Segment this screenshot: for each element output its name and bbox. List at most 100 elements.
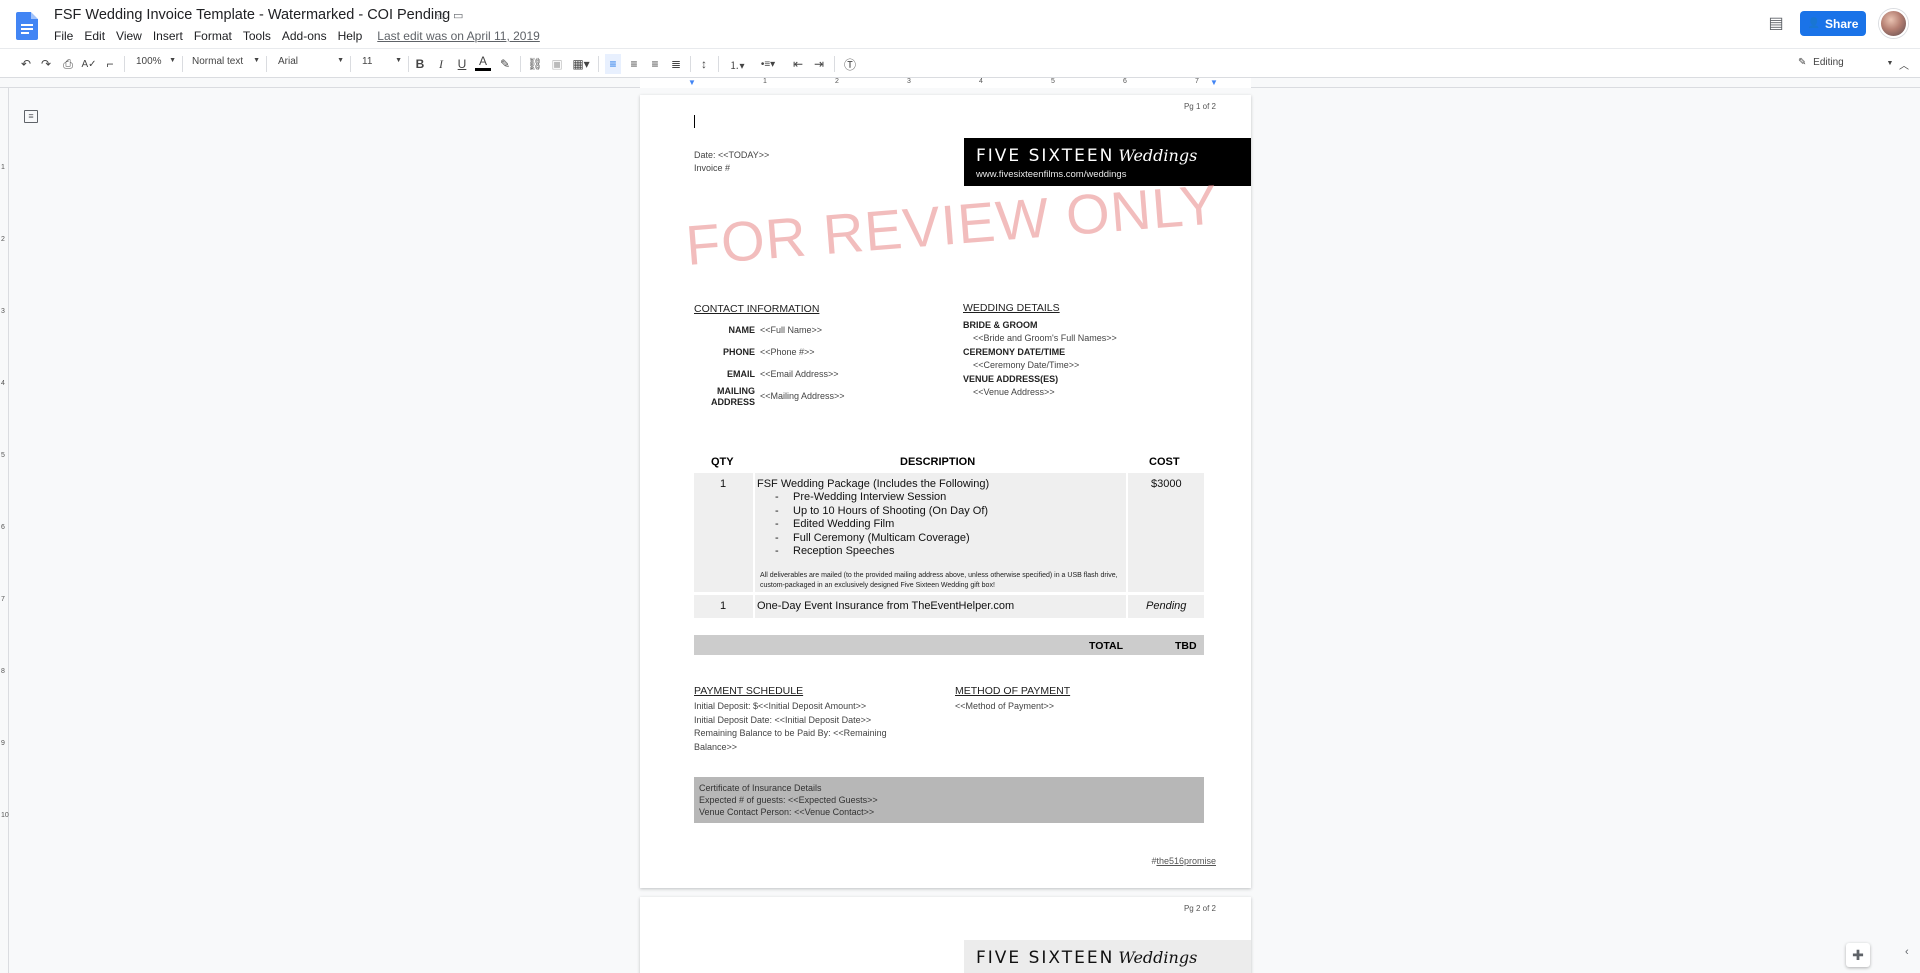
collapse-toolbar-icon[interactable]: ︿ [1896,54,1912,74]
table-header-description: DESCRIPTION [900,456,976,468]
menu-format[interactable]: Format [194,29,232,43]
total-value: TBD [1175,640,1197,652]
text-color-icon[interactable]: A [475,54,491,71]
line-spacing-icon[interactable]: ↕ [696,54,712,74]
ruler-page-area [640,78,1251,88]
list-item: Up to 10 Hours of Shooting (On Day Of) [775,505,988,517]
brand-logo: FIVE SIXTEEN Weddings [976,146,1198,166]
coi-details-box: Certificate of Insurance Details Expecte… [694,777,1204,823]
align-left-icon[interactable]: ≡ [605,54,621,74]
share-button[interactable]: 👤 Share [1800,11,1866,36]
total-label: TOTAL [1089,640,1124,652]
add-comment-icon[interactable]: ▣ [549,54,565,74]
menu-insert[interactable]: Insert [153,29,183,43]
menu-tools[interactable]: Tools [243,29,271,43]
contact-value: <<Email Address>> [760,369,839,379]
align-right-icon[interactable]: ≡ [647,54,663,74]
insert-image-icon[interactable]: ▦▾ [570,54,592,74]
toolbar-divider [408,56,409,72]
wedding-value: <<Bride and Groom's Full Names>> [973,333,1117,343]
spellcheck-icon[interactable]: A✓ [81,54,97,74]
comments-icon[interactable]: ▤ [1766,13,1786,32]
align-center-icon[interactable]: ≡ [626,54,642,74]
style-select[interactable]: Normal text ▼ [192,56,260,67]
brand-logo: FIVE SIXTEEN Weddings [976,948,1198,968]
increase-indent-icon[interactable]: ⇥ [811,54,827,74]
method-of-payment-heading: METHOD OF PAYMENT [955,685,1071,697]
menu-file[interactable]: File [54,29,73,43]
document-outline-icon[interactable]: ≡ [24,110,38,123]
undo-icon[interactable]: ↶ [18,54,34,74]
document-page-2[interactable]: Pg 2 of 2 FIVE SIXTEEN Weddings [640,897,1251,973]
link-icon[interactable]: ⛓ [527,54,543,74]
highlight-icon[interactable]: ✎ [497,54,513,74]
print-icon[interactable]: ⎙ [60,54,76,74]
bold-icon[interactable]: B [412,54,428,74]
horizontal-ruler[interactable]: 1 2 3 4 5 6 7 ▼ ▼ [0,78,1920,88]
menu-help[interactable]: Help [338,29,363,43]
menu-edit[interactable]: Edit [84,29,105,43]
list-item: Edited Wedding Film [775,518,894,530]
font-value: Arial [278,56,299,67]
toolbar-divider [598,56,599,72]
editing-label: Editing [1813,57,1844,68]
menu-addons[interactable]: Add-ons [282,29,327,43]
document-title[interactable]: FSF Wedding Invoice Template - Watermark… [54,7,450,23]
vertical-ruler[interactable]: 1 2 3 4 5 6 7 8 9 10 [0,88,9,973]
ruler-mark: 6 [1,524,5,531]
italic-icon[interactable]: I [433,54,449,74]
wedding-label: BRIDE & GROOM [963,320,1038,330]
ruler-mark: 7 [1,596,5,603]
brand-url: www.fivesixteenfilms.com/weddings [976,169,1127,180]
table-header-qty: QTY [711,456,734,468]
ruler-mark: 9 [1,740,5,747]
ruler-mark: 4 [1,380,5,387]
right-indent-marker-icon[interactable]: ▼ [1210,78,1218,87]
bulleted-list-icon[interactable]: •≡▾ [755,54,781,74]
date-line: Date: <<TODAY>> [694,150,770,160]
font-size-value: 11 [362,56,373,67]
toolbar-divider [690,56,691,72]
total-row: TOTAL TBD [694,635,1204,655]
ruler-mark: 2 [835,78,839,85]
left-indent-marker-icon[interactable]: ▼ [688,78,696,87]
app-header: FSF Wedding Invoice Template - Watermark… [0,0,1920,48]
explore-icon[interactable]: ✚ [1846,943,1870,967]
side-panel-chevron-icon[interactable]: ‹ [1905,946,1909,958]
review-watermark: FOR REVIEW ONLY [683,172,1221,277]
table-cell-cost: $3000 [1128,473,1204,592]
hashtag-link[interactable]: the516promise [1156,856,1216,866]
paint-format-icon[interactable]: ⌐ [102,54,118,74]
last-edit-link[interactable]: Last edit was on April 11, 2019 [377,29,540,43]
font-select[interactable]: Arial ▼ [278,56,344,67]
chevron-down-icon: ▼ [395,57,402,64]
underline-icon[interactable]: U [454,54,470,74]
decrease-indent-icon[interactable]: ⇤ [790,54,806,74]
redo-icon[interactable]: ↷ [38,54,54,74]
style-value: Normal text [192,56,244,67]
menu-view[interactable]: View [116,29,142,43]
toolbar-divider [520,56,521,72]
lock-person-icon: 👤 [1807,18,1821,29]
share-label: Share [1825,16,1859,31]
toolbar: ↶ ↷ ⎙ A✓ ⌐ 100% ▼ Normal text ▼ Arial ▼ 11 ▼… [0,48,1920,78]
zoom-value: 100% [136,56,162,67]
document-page-1[interactable]: Pg 1 of 2 Date: <<TODAY>> Invoice # FIVE… [640,95,1251,888]
star-icon[interactable]: ☆ [435,8,447,24]
font-size-select[interactable]: 11 ▼ [362,56,402,67]
table-cell-description: One-Day Event Insurance from TheEventHel… [755,595,1126,618]
page-number: Pg 1 of 2 [1183,102,1216,111]
numbered-list-icon[interactable]: ⒈▾ [724,54,750,74]
docs-logo-icon[interactable] [16,12,38,40]
move-folder-icon[interactable]: ▭ [453,9,463,22]
user-avatar[interactable] [1879,9,1908,38]
clear-formatting-icon[interactable]: Ⓣ [842,54,858,74]
deliverables-note: All deliverables are mailed (to the prov… [760,572,1118,589]
zoom-select[interactable]: 100% ▼ [136,56,176,67]
justify-icon[interactable]: ≣ [668,54,684,74]
editing-mode-select[interactable]: ✎ Editing ▼ [1798,57,1893,68]
toolbar-divider [124,56,125,72]
contact-label: NAME [728,325,756,335]
table-cell-qty: 1 [694,595,753,618]
hashtag-footer: #the516promise [1151,856,1216,866]
